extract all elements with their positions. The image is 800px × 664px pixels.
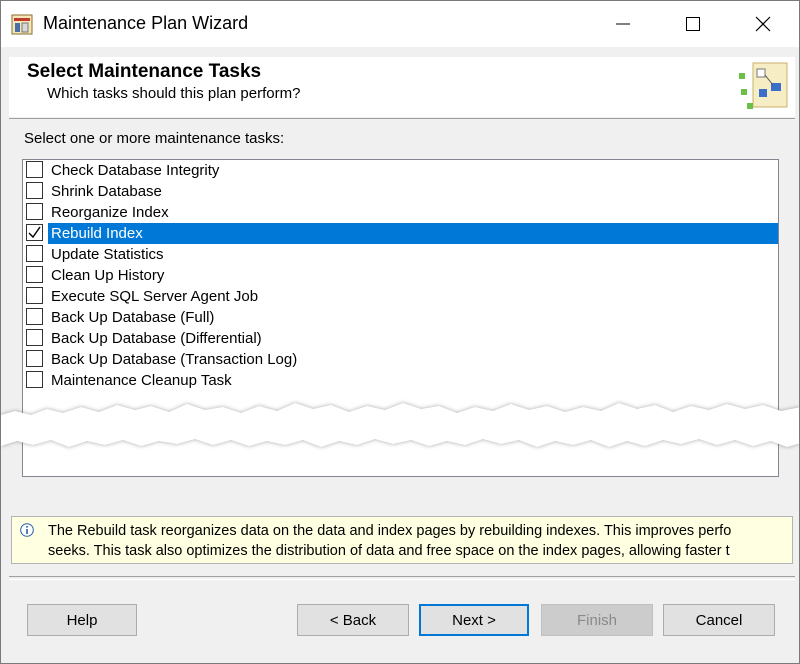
task-label: Update Statistics [51,246,164,263]
task-label: Shrink Database [51,183,162,200]
wizard-header: Select Maintenance Tasks Which tasks sho… [9,57,795,117]
window-title: Maintenance Plan Wizard [43,13,249,33]
next-button[interactable]: Next > [419,604,529,636]
wizard-graphic-icon [739,62,788,109]
description-line-2: seeks. This task also optimizes the dist… [48,543,730,559]
back-button[interactable]: < Back [297,604,409,636]
footer-divider [9,576,795,580]
header-divider [9,118,795,119]
title-bar: Maintenance Plan Wizard [1,1,799,47]
list-item[interactable]: Back Up Database (Differential) [23,328,778,349]
page-subtitle: Which tasks should this plan perform? [47,85,301,102]
task-label: Back Up Database (Full) [51,309,215,326]
list-item[interactable]: Maintenance Cleanup Task [23,370,778,391]
task-label: Execute SQL Server Agent Job [51,288,259,305]
task-label: Clean Up History [51,267,165,284]
list-item[interactable]: Check Database Integrity [23,160,778,181]
minimize-icon [616,23,630,25]
close-button[interactable] [731,1,795,47]
maximize-button[interactable] [661,1,725,47]
task-checkbox[interactable] [26,350,43,367]
task-label: Back Up Database (Transaction Log) [51,351,298,368]
task-list-label: Select one or more maintenance tasks: [24,130,285,147]
list-item[interactable]: Back Up Database (Full) [23,307,778,328]
minimize-button[interactable] [591,1,655,47]
list-item-selected[interactable]: Rebuild Index [23,223,778,244]
list-item[interactable]: Shrink Database [23,181,778,202]
page-title: Select Maintenance Tasks [27,61,262,82]
description-line-1: The Rebuild task reorganizes data on the… [48,523,732,539]
task-checkbox[interactable] [26,287,43,304]
task-checkbox[interactable] [26,245,43,262]
close-icon [755,16,771,32]
finish-button[interactable]: Finish [541,604,653,636]
maximize-icon [686,17,700,31]
task-checkbox[interactable] [26,266,43,283]
task-label: Rebuild Index [48,223,778,244]
task-label: Reorganize Index [51,204,169,221]
list-item[interactable]: Clean Up History [23,265,778,286]
app-icon [11,14,33,35]
task-checkbox[interactable] [26,161,43,178]
list-item[interactable]: Execute SQL Server Agent Job [23,286,778,307]
task-label: Check Database Integrity [51,162,220,179]
task-checkbox[interactable] [26,224,43,241]
list-item[interactable]: Back Up Database (Transaction Log) [23,349,778,370]
help-button[interactable]: Help [27,604,137,636]
task-checkbox[interactable] [26,371,43,388]
task-label: Maintenance Cleanup Task [51,372,232,389]
task-label: Back Up Database (Differential) [51,330,262,347]
list-item[interactable]: Update Statistics [23,244,778,265]
task-checkbox[interactable] [26,308,43,325]
wizard-window: Maintenance Plan Wizard Select Maintenan… [0,0,800,664]
task-checkbox[interactable] [26,182,43,199]
checkmark-icon [28,226,41,239]
list-item[interactable]: Reorganize Index [23,202,778,223]
task-checkbox[interactable] [26,203,43,220]
cancel-button[interactable]: Cancel [663,604,775,636]
torn-edge-overlay [1,403,799,447]
task-checkbox[interactable] [26,329,43,346]
task-description-box: The Rebuild task reorganizes data on the… [11,516,793,564]
info-icon [20,523,34,537]
